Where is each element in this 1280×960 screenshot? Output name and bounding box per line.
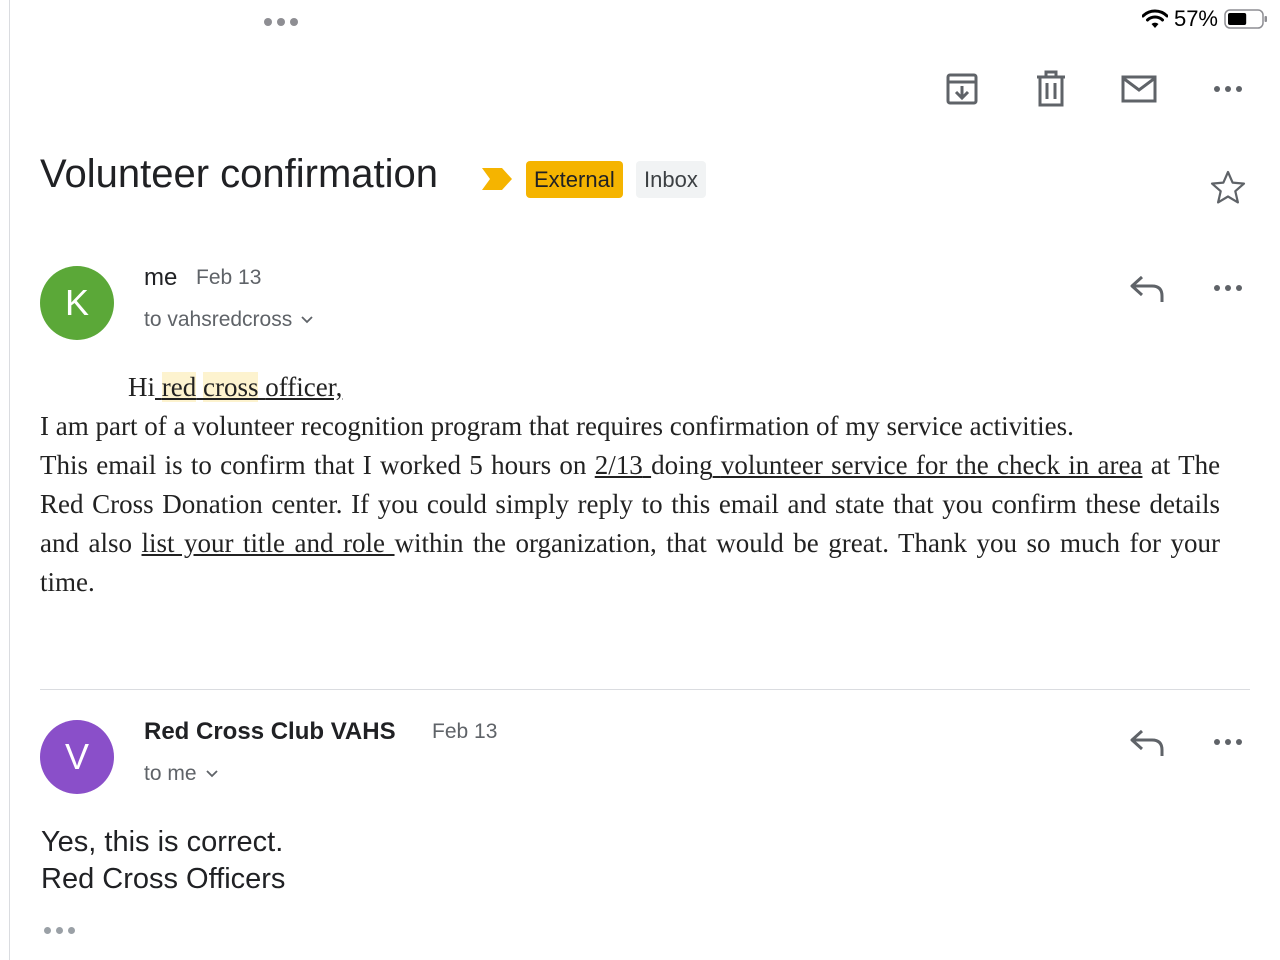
body-text: This email is to confirm that I worked 5 bbox=[40, 450, 483, 480]
mark-unread-button[interactable] bbox=[1118, 68, 1160, 110]
label-external[interactable]: External bbox=[526, 161, 623, 198]
highlight-red: red bbox=[161, 372, 197, 402]
body-text: hours on bbox=[491, 450, 587, 480]
greeting-text: Hi bbox=[128, 372, 155, 402]
message-divider bbox=[40, 689, 1250, 690]
reply-button[interactable] bbox=[1125, 720, 1169, 764]
multitasking-dots-icon[interactable] bbox=[264, 18, 298, 26]
reply-line-1: Yes, this is correct. bbox=[41, 826, 284, 858]
delete-button[interactable] bbox=[1030, 68, 1072, 110]
avatar[interactable]: K bbox=[40, 266, 114, 340]
chevron-down-icon bbox=[205, 770, 218, 778]
trash-icon bbox=[1037, 70, 1065, 107]
recipient-text: to me bbox=[144, 762, 197, 785]
reply-icon bbox=[1130, 729, 1164, 756]
message-more-button[interactable] bbox=[1206, 720, 1250, 764]
body-line-1: I am part of a volunteer recognition pro… bbox=[40, 411, 1074, 441]
reply-line-2: Red Cross Officers bbox=[41, 863, 286, 895]
recipient-details-toggle[interactable]: to me bbox=[144, 762, 219, 786]
label-inbox[interactable]: Inbox bbox=[636, 161, 706, 198]
avatar[interactable]: V bbox=[40, 720, 114, 794]
toolbar-more-button[interactable] bbox=[1207, 68, 1249, 110]
reply-icon bbox=[1130, 275, 1164, 302]
message-date: Feb 13 bbox=[196, 266, 262, 289]
body-text: doing bbox=[651, 450, 713, 480]
status-bar-right: 57% bbox=[1141, 6, 1268, 32]
battery-icon bbox=[1224, 9, 1267, 29]
recipient-details-toggle[interactable]: to vahsredcross bbox=[144, 308, 314, 332]
left-divider bbox=[9, 0, 10, 960]
body-paragraph: This email is to confirm that I worked 5… bbox=[40, 446, 1220, 602]
chevron-down-icon bbox=[301, 316, 313, 324]
star-icon[interactable] bbox=[1208, 168, 1248, 208]
archive-icon bbox=[946, 73, 978, 105]
importance-marker-icon[interactable] bbox=[480, 166, 514, 192]
archive-button[interactable] bbox=[941, 68, 983, 110]
service-date: 2/13 bbox=[594, 450, 643, 480]
sender-name[interactable]: Red Cross Club VAHS bbox=[144, 718, 396, 746]
message-date: Feb 13 bbox=[432, 720, 498, 743]
reply-body: Yes, this is correct. Red Cross Officers bbox=[41, 824, 285, 898]
show-trimmed-content-button[interactable] bbox=[44, 927, 75, 934]
request-title-role: list your title and role bbox=[141, 528, 386, 558]
message-body: Hi red cross officer, I am part of a vol… bbox=[40, 368, 1220, 602]
greeting: Hi red cross officer, bbox=[40, 368, 1220, 407]
battery-percentage: 57% bbox=[1173, 6, 1218, 31]
message-more-button[interactable] bbox=[1206, 266, 1250, 310]
sender-name[interactable]: me bbox=[144, 264, 177, 292]
wifi-icon bbox=[1141, 9, 1168, 28]
email-subject: Volunteer confirmation bbox=[40, 152, 439, 196]
reply-button[interactable] bbox=[1125, 266, 1169, 310]
mail-icon bbox=[1121, 75, 1157, 103]
recipient-text: to vahsredcross bbox=[144, 308, 293, 331]
highlight-cross: cross bbox=[202, 372, 259, 402]
greeting-officer: officer, bbox=[265, 372, 343, 402]
service-activity: volunteer service for the check in area bbox=[720, 450, 1143, 480]
